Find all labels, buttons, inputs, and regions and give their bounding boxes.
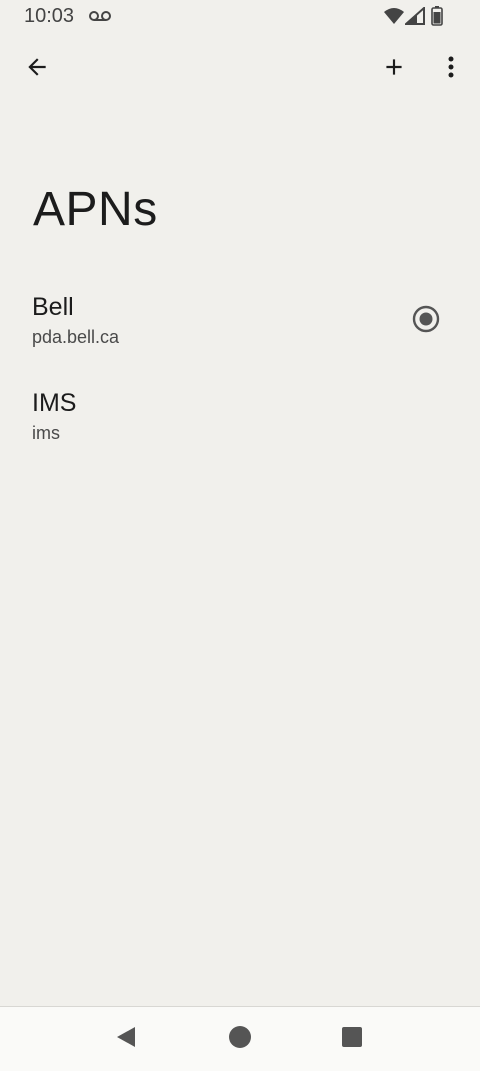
- battery-icon: [431, 6, 443, 31]
- page-title: APNs: [33, 183, 158, 236]
- apn-radio-selected[interactable]: [412, 305, 440, 333]
- signal-icon: [403, 5, 425, 30]
- arrow-back-icon: [24, 54, 50, 85]
- nav-home-button[interactable]: [226, 1025, 254, 1053]
- nav-recents-button[interactable]: [338, 1025, 366, 1053]
- add-apn-button[interactable]: [370, 45, 418, 93]
- add-icon: [381, 54, 407, 85]
- back-button[interactable]: [13, 45, 61, 93]
- apn-item-bell[interactable]: Bell pda.bell.ca: [0, 270, 480, 366]
- apn-list: Bell pda.bell.ca IMS ims: [0, 270, 480, 462]
- apn-address: ims: [32, 423, 60, 443]
- status-time: 10:03: [24, 5, 75, 27]
- apn-name: Bell: [32, 293, 74, 321]
- app-toolbar: [0, 40, 480, 98]
- wifi-icon: [383, 7, 405, 30]
- nav-back-icon: [114, 1025, 138, 1054]
- apn-name: IMS: [32, 389, 77, 417]
- apn-item-ims[interactable]: IMS ims: [0, 366, 480, 462]
- nav-home-icon: [227, 1024, 253, 1055]
- apn-address: pda.bell.ca: [32, 327, 120, 347]
- more-vert-icon: [447, 55, 455, 84]
- nav-recents-icon: [341, 1026, 363, 1053]
- status-bar: 10:03: [0, 0, 480, 34]
- more-options-button[interactable]: [427, 45, 475, 93]
- nav-back-button[interactable]: [112, 1025, 140, 1053]
- navigation-bar: [0, 1006, 480, 1071]
- voicemail-icon: [89, 9, 111, 27]
